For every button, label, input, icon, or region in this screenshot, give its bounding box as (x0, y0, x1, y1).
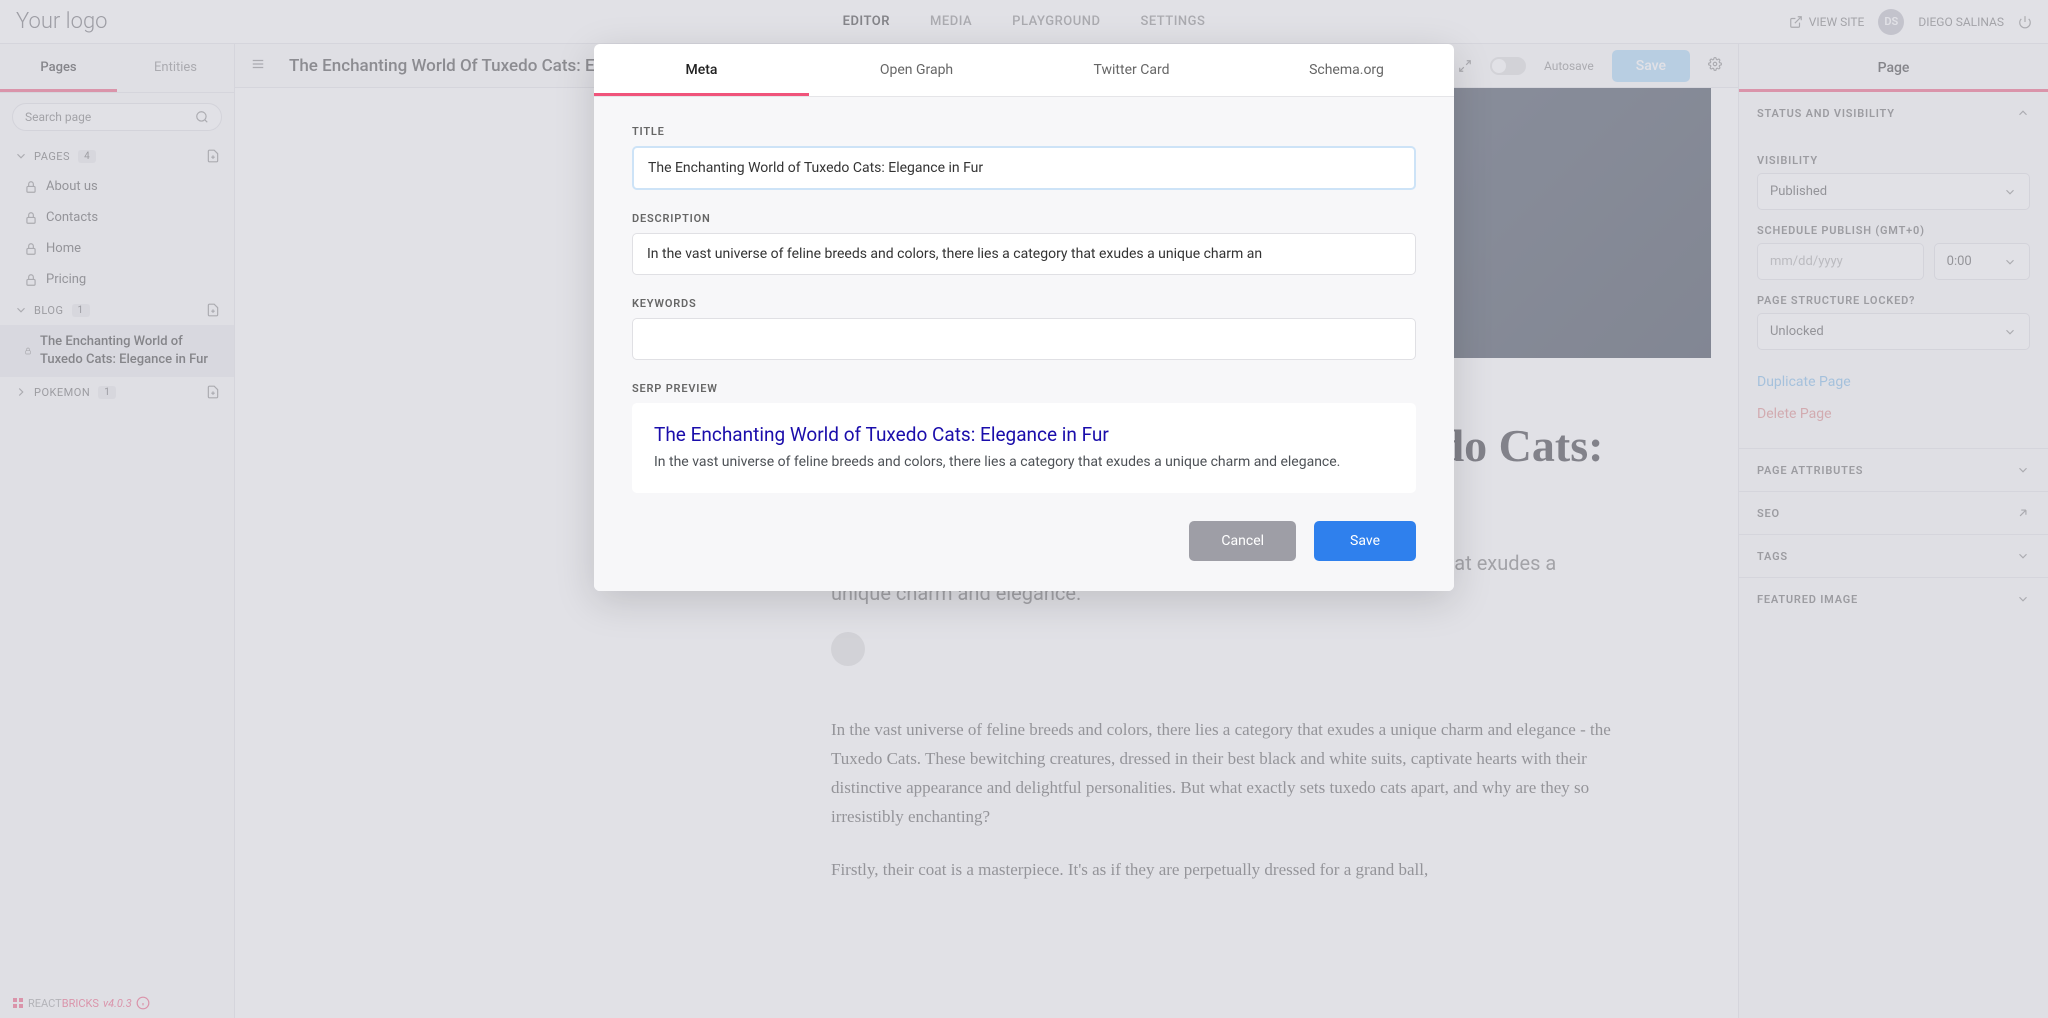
modal-tabs: Meta Open Graph Twitter Card Schema.org (594, 44, 1454, 97)
tab-twitter[interactable]: Twitter Card (1024, 44, 1239, 96)
serp-label: SERP PREVIEW (632, 382, 1416, 395)
title-input[interactable] (632, 146, 1416, 190)
keywords-label: KEYWORDS (632, 297, 1416, 310)
serp-desc: In the vast universe of feline breeds an… (654, 452, 1394, 473)
keywords-input[interactable] (632, 318, 1416, 360)
title-label: TITLE (632, 125, 1416, 138)
serp-title: The Enchanting World of Tuxedo Cats: Ele… (654, 423, 1394, 446)
serp-preview: The Enchanting World of Tuxedo Cats: Ele… (632, 403, 1416, 493)
cancel-button[interactable]: Cancel (1189, 521, 1296, 561)
modal-save-button[interactable]: Save (1314, 521, 1416, 561)
modal-overlay[interactable]: Meta Open Graph Twitter Card Schema.org … (0, 0, 2048, 1018)
tab-meta[interactable]: Meta (594, 44, 809, 96)
seo-modal: Meta Open Graph Twitter Card Schema.org … (594, 44, 1454, 591)
tab-opengraph[interactable]: Open Graph (809, 44, 1024, 96)
desc-input[interactable] (632, 233, 1416, 275)
tab-schema[interactable]: Schema.org (1239, 44, 1454, 96)
desc-label: DESCRIPTION (632, 212, 1416, 225)
